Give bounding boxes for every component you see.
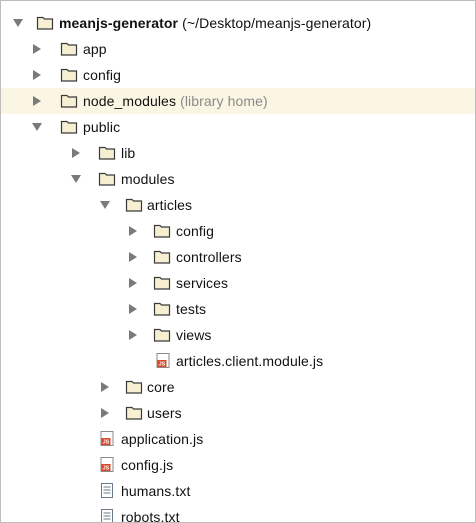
folder-icon: [36, 14, 54, 31]
tree-item-label: articles: [147, 197, 193, 213]
disclosure-right-icon[interactable]: [127, 225, 139, 237]
folder-icon: [125, 404, 143, 421]
tree-item-label: config: [176, 223, 214, 239]
disclosure-right-icon[interactable]: [99, 381, 111, 393]
disclosure-right-icon[interactable]: [31, 69, 43, 81]
tree-row-core[interactable]: core: [1, 374, 475, 400]
folder-icon: [98, 170, 116, 187]
tree-row-robots-txt[interactable]: robots.txt: [1, 504, 475, 523]
tree-item-label: node_modules: [83, 93, 177, 109]
tree-item-label: articles.client.module.js: [176, 353, 324, 369]
js-file-icon: JS: [98, 430, 116, 447]
project-root-path: (~/Desktop/meanjs-generator): [182, 15, 372, 31]
disclosure-right-icon[interactable]: [99, 407, 111, 419]
disclosure-down-icon[interactable]: [12, 17, 24, 29]
disclosure-down-icon[interactable]: [99, 199, 111, 211]
tree-row-config-js[interactable]: JS config.js: [1, 452, 475, 478]
tree-row-services[interactable]: services: [1, 270, 475, 296]
project-root-name: meanjs-generator: [59, 15, 179, 31]
tree-row-users[interactable]: users: [1, 400, 475, 426]
tree-row-app[interactable]: app: [1, 36, 475, 62]
project-tree-panel: meanjs-generator (~/Desktop/meanjs-gener…: [0, 0, 476, 523]
disclosure-right-icon[interactable]: [127, 277, 139, 289]
disclosure-right-icon[interactable]: [31, 43, 43, 55]
library-home-note: (library home): [180, 93, 268, 109]
tree-row-public[interactable]: public: [1, 114, 475, 140]
tree-row-tests[interactable]: tests: [1, 296, 475, 322]
tree-item-label: app: [83, 41, 107, 57]
tree-row-articles-client-module[interactable]: JS articles.client.module.js: [1, 348, 475, 374]
disclosure-right-icon[interactable]: [70, 147, 82, 159]
tree-item-label: modules: [121, 171, 175, 187]
folder-icon: [60, 66, 78, 83]
tree-row-lib[interactable]: lib: [1, 140, 475, 166]
text-file-icon: [98, 508, 116, 522]
tree-item-label: public: [83, 119, 121, 135]
folder-icon: [153, 326, 171, 343]
tree-row-config[interactable]: config: [1, 62, 475, 88]
svg-text:JS: JS: [159, 362, 166, 368]
tree-item-label: humans.txt: [121, 483, 191, 499]
tree-item-label: robots.txt: [121, 509, 180, 523]
folder-icon: [153, 274, 171, 291]
text-file-icon: [98, 482, 116, 499]
tree-item-label: users: [147, 405, 182, 421]
folder-icon: [125, 196, 143, 213]
folder-icon: [125, 378, 143, 395]
folder-icon: [153, 300, 171, 317]
folder-icon: [98, 144, 116, 161]
tree-item-label: application.js: [121, 431, 204, 447]
tree-item-label: views: [176, 327, 212, 343]
js-file-icon: JS: [154, 352, 172, 369]
tree-item-label: controllers: [176, 249, 242, 265]
disclosure-down-icon[interactable]: [31, 121, 43, 133]
folder-icon: [60, 40, 78, 57]
tree-item-label: lib: [121, 145, 136, 161]
tree-row-root[interactable]: meanjs-generator (~/Desktop/meanjs-gener…: [1, 10, 475, 36]
disclosure-down-icon[interactable]: [70, 173, 82, 185]
disclosure-right-icon[interactable]: [127, 329, 139, 341]
js-file-icon: JS: [98, 456, 116, 473]
tree-row-articles-config[interactable]: config: [1, 218, 475, 244]
tree-item-label: tests: [176, 301, 207, 317]
disclosure-right-icon[interactable]: [31, 95, 43, 107]
tree-row-node-modules[interactable]: node_modules (library home): [1, 88, 475, 114]
tree-row-views[interactable]: views: [1, 322, 475, 348]
disclosure-right-icon[interactable]: [127, 303, 139, 315]
folder-icon: [60, 118, 78, 135]
tree-row-application-js[interactable]: JS application.js: [1, 426, 475, 452]
folder-icon: [153, 248, 171, 265]
tree-item-label: services: [176, 275, 229, 291]
tree-item-label: config.js: [121, 457, 174, 473]
tree-item-label: core: [147, 379, 175, 395]
tree-row-modules[interactable]: modules: [1, 166, 475, 192]
tree-row-controllers[interactable]: controllers: [1, 244, 475, 270]
folder-icon: [153, 222, 171, 239]
tree-item-label: config: [83, 67, 121, 83]
folder-icon: [60, 92, 78, 109]
disclosure-right-icon[interactable]: [127, 251, 139, 263]
tree-row-humans-txt[interactable]: humans.txt: [1, 478, 475, 504]
tree-row-articles[interactable]: articles: [1, 192, 475, 218]
svg-text:JS: JS: [103, 440, 110, 446]
svg-text:JS: JS: [103, 466, 110, 472]
